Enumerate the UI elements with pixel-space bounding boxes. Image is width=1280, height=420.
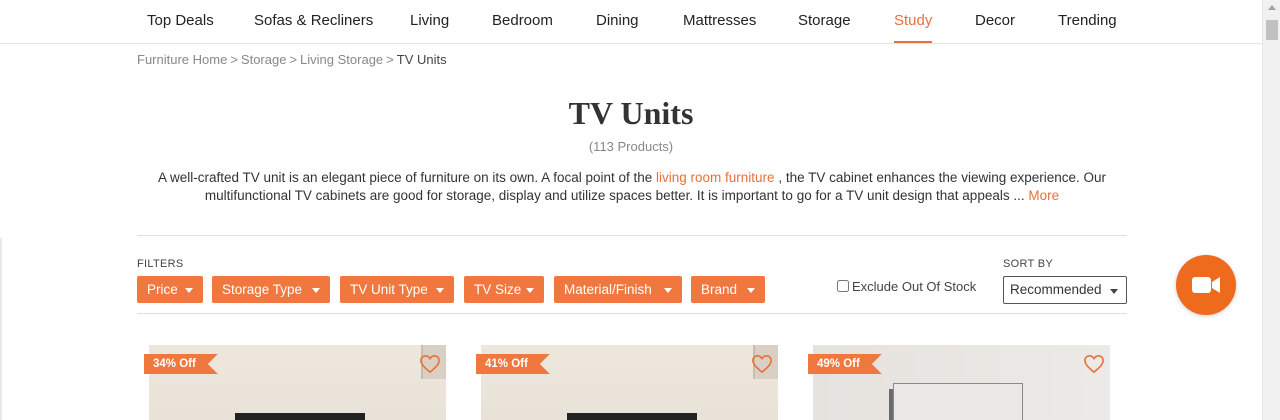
description-text: A well-crafted TV unit is an elegant pie…	[157, 170, 657, 185]
page-title: TV Units	[568, 95, 694, 131]
chevron-down-icon	[312, 288, 320, 293]
breadcrumb-separator: >	[289, 52, 298, 67]
breadcrumb-living-storage[interactable]: Living Storage	[300, 52, 383, 67]
filter-label: Brand	[701, 282, 738, 297]
living-room-furniture-link[interactable]: living room furniture	[656, 170, 775, 185]
video-call-button[interactable]	[1176, 255, 1236, 315]
filter-brand-button[interactable]: Brand	[691, 276, 765, 303]
top-navigation: Top Deals Sofas & Recliners Living Bedro…	[0, 0, 1262, 44]
filter-label: Material/Finish	[564, 282, 652, 297]
nav-item-study[interactable]: Study	[894, 12, 933, 43]
page-scrollbar[interactable]	[1262, 0, 1280, 420]
breadcrumb-current: TV Units	[396, 52, 447, 67]
nav-item-trending[interactable]: Trending	[1058, 12, 1117, 29]
filter-label: TV Size	[474, 282, 522, 297]
breadcrumb: Furniture Home > Storage > Living Storage > TV…	[137, 52, 447, 67]
discount-badge: 34% Off	[144, 354, 218, 374]
divider	[137, 313, 1127, 314]
filter-tv-unit-type-button[interactable]: TV Unit Type	[340, 276, 454, 303]
breadcrumb-storage[interactable]: Storage	[241, 52, 287, 67]
category-description: A well-crafted TV unit is an elegant pie…	[137, 169, 1127, 205]
filter-label: TV Unit Type	[350, 282, 428, 297]
chevron-down-icon	[185, 288, 193, 293]
more-link[interactable]: More	[1028, 188, 1059, 203]
scrollbar-thumb[interactable]	[1266, 20, 1278, 40]
nav-item-top-deals[interactable]: Top Deals	[147, 12, 214, 29]
nav-item-bedroom[interactable]: Bedroom	[492, 12, 553, 29]
divider	[137, 235, 1127, 236]
nav-item-dining[interactable]: Dining	[596, 12, 639, 29]
wishlist-heart-icon[interactable]	[1083, 354, 1105, 374]
filter-label: Storage Type	[222, 282, 303, 297]
wishlist-heart-icon[interactable]	[419, 354, 441, 374]
filter-tv-size-button[interactable]: TV Size	[464, 276, 544, 303]
scroll-up-arrow-icon[interactable]	[1268, 5, 1276, 10]
breadcrumb-separator: >	[230, 52, 238, 67]
filter-storage-type-button[interactable]: Storage Type	[212, 276, 330, 303]
discount-badge: 49% Off	[808, 354, 882, 374]
chevron-down-icon	[1110, 289, 1118, 294]
sort-selected-value: Recommended	[1010, 282, 1102, 297]
filters-label: FILTERS	[137, 258, 184, 270]
side-edge-tab	[0, 238, 2, 420]
product-image-tv-unit	[235, 413, 365, 420]
exclude-out-of-stock[interactable]: Exclude Out Of Stock	[837, 279, 976, 294]
chevron-down-icon	[747, 288, 755, 293]
product-image-tv-unit	[567, 413, 697, 420]
chevron-down-icon	[526, 288, 534, 293]
exclude-out-of-stock-label: Exclude Out Of Stock	[852, 279, 977, 294]
chevron-down-icon	[664, 288, 672, 293]
nav-item-storage[interactable]: Storage	[798, 12, 851, 29]
sort-select[interactable]: Recommended	[1003, 276, 1127, 304]
nav-item-mattresses[interactable]: Mattresses	[683, 12, 756, 29]
sort-label: SORT BY	[1003, 258, 1053, 270]
product-image-tv-unit	[893, 383, 1023, 420]
breadcrumb-separator: >	[386, 52, 394, 67]
nav-item-living[interactable]: Living	[410, 12, 449, 29]
filter-label: Price	[147, 282, 178, 297]
product-count: (113 Products)	[588, 139, 674, 154]
filter-price-button[interactable]: Price	[137, 276, 203, 303]
filter-material-finish-button[interactable]: Material/Finish	[554, 276, 682, 303]
nav-item-sofas-recliners[interactable]: Sofas & Recliners	[254, 12, 373, 29]
exclude-out-of-stock-checkbox[interactable]	[837, 280, 849, 292]
nav-item-decor[interactable]: Decor	[975, 12, 1015, 29]
chevron-down-icon	[436, 288, 444, 293]
breadcrumb-furniture-home[interactable]: Furniture Home	[137, 52, 227, 67]
discount-badge: 41% Off	[476, 354, 550, 374]
video-camera-icon	[1192, 277, 1220, 293]
wishlist-heart-icon[interactable]	[751, 354, 773, 374]
